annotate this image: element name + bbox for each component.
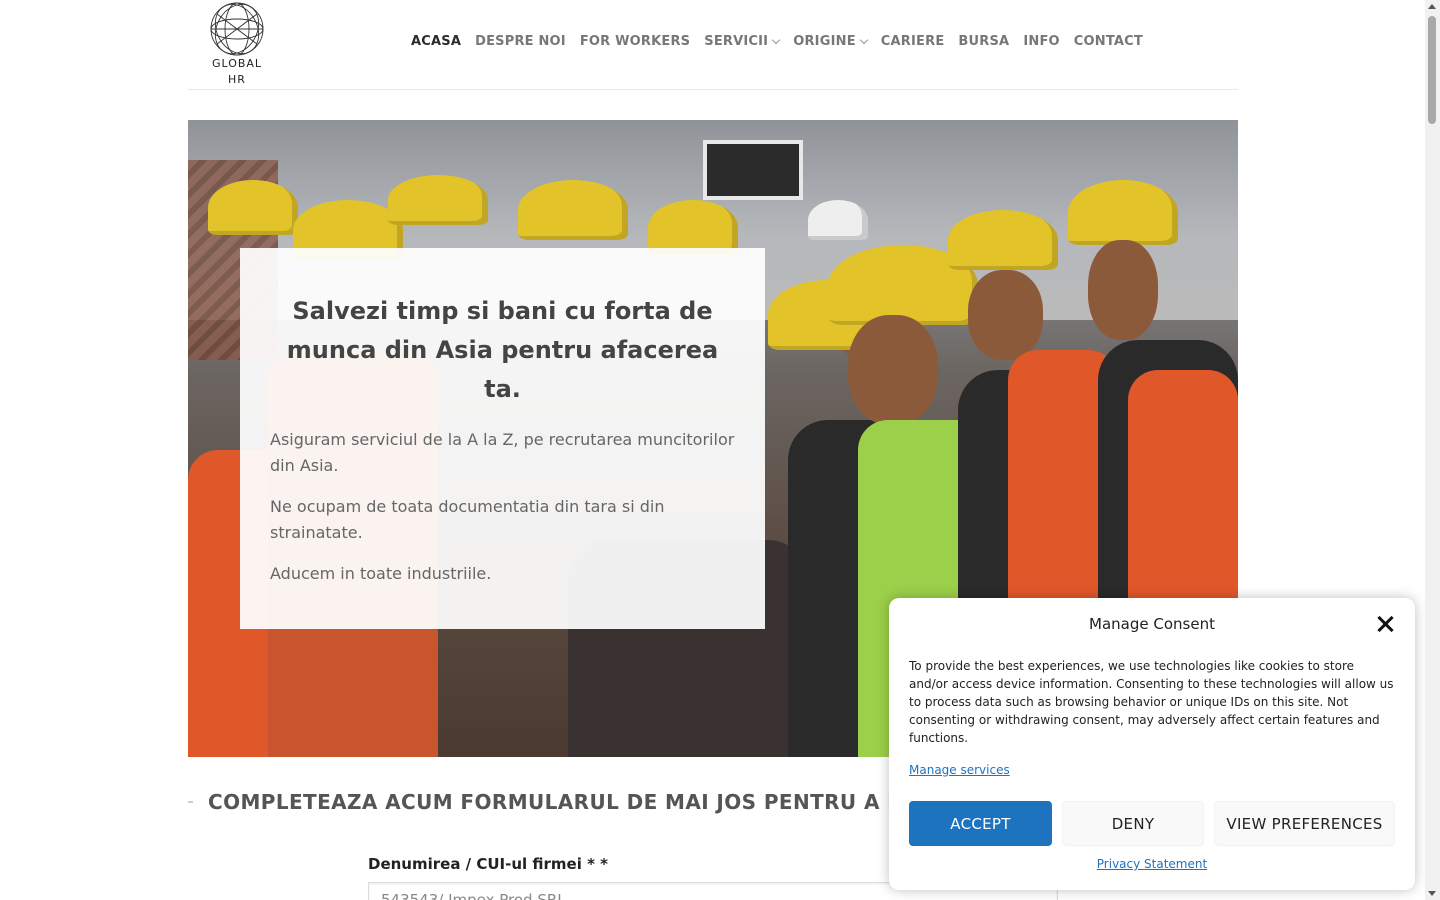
- site-logo[interactable]: GLOBAL HR: [205, 2, 269, 88]
- worker-face: [1088, 240, 1158, 340]
- consent-description: To provide the best experiences, we use …: [909, 659, 1394, 745]
- scroll-up-arrow-icon[interactable]: [1428, 4, 1436, 9]
- site-header: GLOBAL HR ACASA DESPRE NOI FOR WORKERS S…: [188, 0, 1238, 90]
- chevron-down-icon: [771, 35, 781, 44]
- company-field-label: Denumirea / CUI-ul firmei * *: [368, 855, 608, 873]
- nav-label: SERVICII: [704, 34, 769, 49]
- nav-label: ORIGINE: [793, 34, 856, 49]
- hero-paragraph: Asiguram serviciul de la A la Z, pe recr…: [270, 430, 735, 475]
- nav-item-servicii[interactable]: SERVICII: [704, 34, 781, 49]
- consent-dialog: Manage Consent To provide the best exper…: [889, 598, 1415, 890]
- view-preferences-button[interactable]: VIEW PREFERENCES: [1214, 801, 1395, 846]
- close-icon[interactable]: [1375, 614, 1395, 634]
- main-nav: ACASA DESPRE NOI FOR WORKERS SERVICII OR…: [411, 34, 1157, 49]
- hero-background-window: [703, 140, 803, 200]
- hero-card: Salvezi timp si bani cu forta de munca d…: [240, 248, 765, 629]
- logo-text-line1: GLOBAL: [211, 57, 263, 70]
- nav-label: BURSA: [958, 34, 1010, 49]
- worker-face: [848, 315, 938, 425]
- deny-button[interactable]: DENY: [1062, 801, 1204, 846]
- nav-item-origine[interactable]: ORIGINE: [793, 34, 869, 49]
- logo-text-line2: HR: [228, 73, 246, 86]
- hero-paragraph: Ne ocupam de toata documentatia din tara…: [270, 497, 665, 542]
- worker-helmet: [808, 200, 868, 240]
- scrollbar-thumb[interactable]: [1428, 16, 1436, 124]
- nav-item-info[interactable]: INFO: [1023, 34, 1059, 49]
- nav-label: DESPRE NOI: [475, 34, 566, 49]
- chevron-down-icon: [859, 35, 869, 44]
- nav-label: FOR WORKERS: [579, 34, 691, 49]
- nav-label: CARIERE: [880, 34, 945, 49]
- consent-title: Manage Consent: [1089, 615, 1215, 633]
- worker-helmet: [648, 200, 738, 255]
- manage-services-link[interactable]: Manage services: [909, 763, 1010, 777]
- hero-paragraph: Aducem in toate industriile.: [270, 564, 492, 583]
- privacy-statement-container: Privacy Statement: [889, 857, 1415, 871]
- worker-face: [968, 270, 1043, 360]
- worker-helmet: [518, 180, 628, 240]
- nav-label: ACASA: [411, 34, 462, 49]
- scroll-down-arrow-icon[interactable]: [1428, 891, 1436, 896]
- form-section-heading: COMPLETEAZA ACUM FORMULARUL DE MAI JOS P…: [208, 790, 919, 814]
- form-section-title: COMPLETEAZA ACUM FORMULARUL DE MAI JOS P…: [188, 790, 918, 814]
- nav-label: INFO: [1023, 34, 1060, 49]
- hero-title: Salvezi timp si bani cu forta de munca d…: [286, 297, 719, 403]
- nav-item-cariere[interactable]: CARIERE: [881, 34, 945, 49]
- privacy-statement-link[interactable]: Privacy Statement: [1097, 857, 1207, 871]
- nav-item-despre-noi[interactable]: DESPRE NOI: [475, 34, 566, 49]
- accept-button[interactable]: ACCEPT: [909, 801, 1052, 846]
- nav-item-bursa[interactable]: BURSA: [958, 34, 1009, 49]
- worker-helmet: [208, 180, 298, 235]
- nav-item-contact[interactable]: CONTACT: [1074, 34, 1143, 49]
- globe-icon: [210, 2, 264, 56]
- nav-item-acasa[interactable]: ACASA: [411, 34, 461, 49]
- worker-helmet: [388, 175, 488, 225]
- title-divider: [188, 801, 193, 803]
- worker-helmet: [1068, 180, 1178, 245]
- worker-helmet: [948, 210, 1058, 270]
- nav-item-for-workers[interactable]: FOR WORKERS: [580, 34, 690, 49]
- nav-label: CONTACT: [1073, 34, 1143, 49]
- page-scrollbar[interactable]: [1425, 0, 1440, 900]
